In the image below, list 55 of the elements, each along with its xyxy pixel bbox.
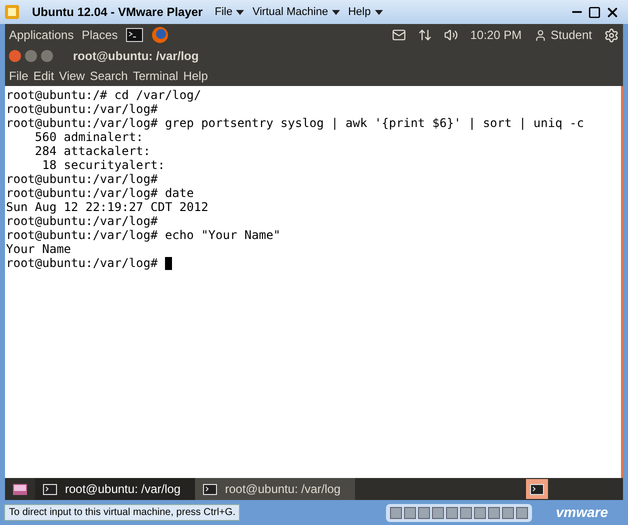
terminal-line: root@ubuntu:/var/log# [6,214,158,228]
brand-logo: vmware [556,503,608,522]
maximize-icon[interactable] [588,6,601,18]
menu-label: Virtual Machine [252,4,328,20]
terminal-line: 18 securityalert: [41,158,165,172]
mail-icon[interactable] [392,28,406,42]
cursor [164,256,172,270]
terminal-line: Your Name [6,242,72,256]
volume-icon[interactable] [444,28,458,42]
menu-label: File [214,4,232,20]
terminal-line: 560 adminalert: [34,130,144,144]
panel-menu[interactable]: Places [82,26,118,44]
terminal-line: root@ubuntu:/# cd /var/log/ [6,88,202,102]
terminal-icon [203,484,217,494]
clock[interactable]: 10:20 PM [470,26,522,44]
menu-item[interactable]: Edit [33,67,54,85]
terminal-line: root@ubuntu:/var/log# echo "Your Name" [6,228,281,242]
user-icon [534,28,547,42]
menu-item[interactable]: Search [90,67,128,85]
terminal-line: root@ubuntu:/var/log# [6,172,158,186]
status-text: To direct input to this virtual machine, press Ctrl+G. [4,504,240,521]
menu-item[interactable]: Terminal [132,67,178,85]
terminal-icon[interactable] [126,28,143,42]
menu-item[interactable]: Virtual Machine [252,4,340,20]
menu-item[interactable]: File [9,67,28,85]
menu-item[interactable]: View [59,67,85,85]
caret-icon [236,10,244,14]
user-menu[interactable]: Student [534,26,592,44]
settings-icon[interactable] [604,28,619,42]
terminal-icon [530,484,544,494]
network-icon[interactable] [418,28,432,42]
window-title: Ubuntu 12.04 - VMware Player [32,4,203,21]
device-icons-drawing[interactable] [386,504,532,522]
minimize-button[interactable] [25,50,37,62]
menu-item[interactable]: Help [183,67,208,85]
app-icon [4,4,20,20]
close-button[interactable] [9,50,21,62]
taskbar-item[interactable]: root@ubuntu: /var/log [35,478,195,500]
taskbar-item[interactable]: root@ubuntu: /var/log [195,478,355,500]
terminal-line: root@ubuntu:/var/log# [6,256,159,270]
terminal-icon [43,484,57,494]
terminal-line: root@ubuntu:/var/log# date [6,186,194,200]
menu-item[interactable]: Help [348,4,383,20]
terminal-line: Sun Aug 12 22:19:27 CDT 2012 [6,200,208,214]
menu-label: Help [348,4,371,20]
caret-icon [332,10,340,14]
desktop-icon[interactable] [13,484,27,494]
terminal-line: 284 attackalert: [34,144,150,158]
maximize-button[interactable] [41,50,53,62]
panel-menu[interactable]: Applications [9,26,74,44]
menu-item[interactable]: File [214,4,244,20]
terminal-line: root@ubuntu:/var/log# grep portsentry syslog | awk '{print $6}' | sort | uniq -c [6,116,584,130]
terminal-title: root@ubuntu: /var/log [73,48,199,65]
terminal-line: root@ubuntu:/var/log# [6,102,158,116]
caret-icon [374,10,383,14]
